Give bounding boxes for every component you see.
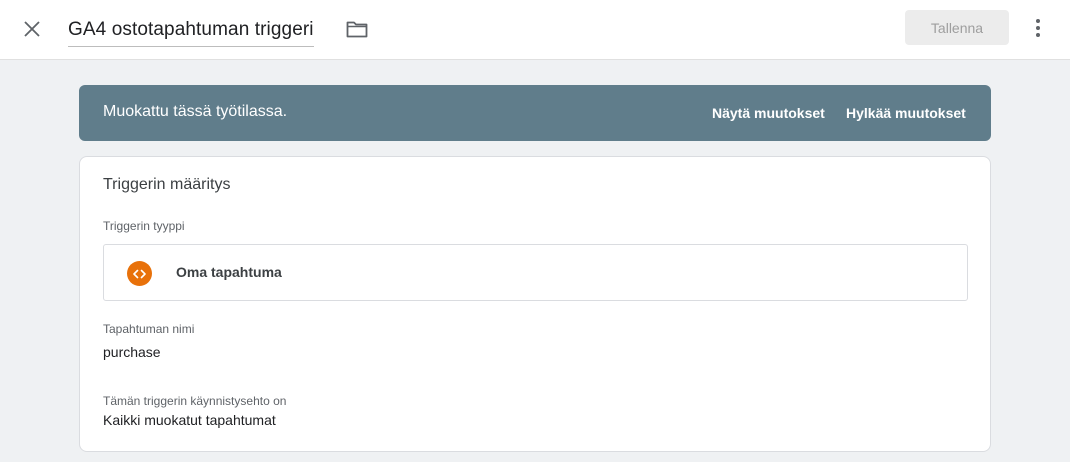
event-name-value: purchase xyxy=(103,344,161,360)
trigger-title: GA4 ostotapahtuman triggeri xyxy=(68,19,314,40)
folder-icon xyxy=(346,21,368,38)
discard-changes-link[interactable]: Hylkää muutokset xyxy=(846,105,966,121)
custom-event-icon xyxy=(127,261,152,286)
show-changes-link[interactable]: Näytä muutokset xyxy=(712,105,825,121)
trigger-name-field[interactable]: GA4 ostotapahtuman triggeri xyxy=(68,14,314,47)
event-name-label: Tapahtuman nimi xyxy=(103,322,195,336)
workspace-notice-banner: Muokattu tässä työtilassa. Näytä muutoks… xyxy=(79,85,991,141)
close-button[interactable] xyxy=(14,11,50,47)
trigger-configuration-card: Triggerin määritys Triggerin tyyppi Oma … xyxy=(79,156,991,452)
trigger-type-selector[interactable]: Oma tapahtuma xyxy=(103,244,968,301)
trigger-type-label: Triggerin tyyppi xyxy=(103,219,185,233)
more-vert-icon xyxy=(1036,19,1040,37)
folder-button[interactable] xyxy=(344,16,370,42)
notice-text: Muokattu tässä työtilassa. xyxy=(103,103,288,120)
fires-on-value: Kaikki muokatut tapahtumat xyxy=(103,412,276,428)
top-bar: GA4 ostotapahtuman triggeri Tallenna xyxy=(0,0,1070,60)
section-title: Triggerin määritys xyxy=(103,176,231,193)
close-icon xyxy=(24,21,40,37)
more-options-button[interactable] xyxy=(1024,12,1052,44)
trigger-type-name: Oma tapahtuma xyxy=(176,264,282,280)
fires-on-label: Tämän triggerin käynnistysehto on xyxy=(103,394,287,408)
save-button[interactable]: Tallenna xyxy=(905,10,1009,45)
